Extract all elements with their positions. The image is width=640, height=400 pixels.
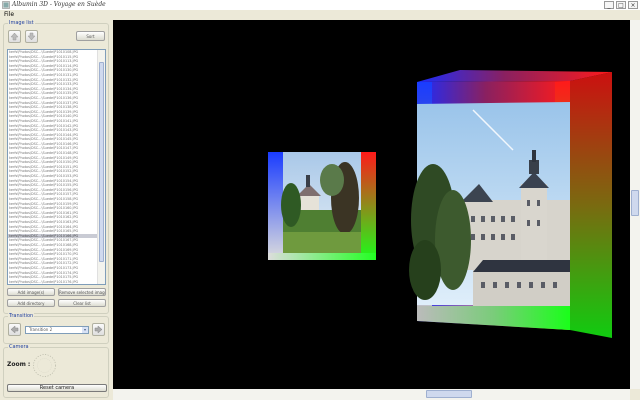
image-list-group: Image list Sort kerfs\Photos\DSC...\Sued… xyxy=(3,20,109,314)
large-photo-frame xyxy=(409,70,612,338)
zoom-label: Zoom : xyxy=(7,361,31,368)
viewport-horizontal-scrollbar[interactable] xyxy=(113,389,630,400)
viewport-vertical-scroll-thumb[interactable] xyxy=(631,190,639,216)
image-list-title: Image list xyxy=(8,20,35,26)
menu-bar: File xyxy=(0,10,640,19)
camera-title: Camera xyxy=(8,344,30,350)
viewport-3d[interactable] xyxy=(113,20,630,389)
remove-selected-button[interactable]: Remove selected image xyxy=(58,288,106,296)
arrow-right-icon xyxy=(94,325,103,334)
transition-selected-value: Transition 2 xyxy=(29,327,53,332)
move-up-button[interactable] xyxy=(8,30,21,43)
transition-select[interactable]: Transition 2 ▾ xyxy=(25,326,89,334)
add-directory-button[interactable]: Add directory xyxy=(7,299,55,307)
image-list-scroll-thumb[interactable] xyxy=(99,62,104,262)
camera-group: Camera Zoom : Reset camera xyxy=(3,344,109,398)
image-list-items: kerfs\Photos\DSC...\Suede\P1010108.JPG ke… xyxy=(8,50,99,284)
left-panel: Image list Sort kerfs\Photos\DSC...\Sued… xyxy=(0,19,112,400)
transition-group: Transition Transition 2 ▾ xyxy=(3,313,109,344)
move-down-button[interactable] xyxy=(25,30,38,43)
zoom-knob[interactable] xyxy=(31,352,58,379)
small-photo xyxy=(281,152,361,253)
clear-list-button[interactable]: Clear list xyxy=(58,299,106,307)
minimize-button[interactable]: _ xyxy=(604,1,614,9)
reset-camera-button[interactable]: Reset camera xyxy=(7,384,107,392)
next-button[interactable] xyxy=(92,323,105,336)
arrow-left-icon xyxy=(10,325,19,334)
image-list-scrollbar[interactable] xyxy=(97,50,105,284)
small-photo-frame xyxy=(268,152,376,260)
menu-file[interactable]: File xyxy=(4,11,14,18)
viewport-vertical-scrollbar[interactable] xyxy=(630,20,640,389)
move-up-icon xyxy=(10,32,19,41)
viewport-horizontal-scroll-thumb[interactable] xyxy=(426,390,472,398)
sort-button[interactable]: Sort xyxy=(76,31,105,41)
window-title: Albumin 3D - Voyage en Suède xyxy=(12,1,106,8)
maximize-button[interactable]: □ xyxy=(616,1,626,9)
image-listbox[interactable]: kerfs\Photos\DSC...\Suede\P1010108.JPG ke… xyxy=(7,49,106,285)
previous-button[interactable] xyxy=(8,323,21,336)
chevron-down-icon: ▾ xyxy=(82,327,88,333)
app-icon xyxy=(2,1,10,9)
close-button[interactable]: × xyxy=(628,1,638,9)
large-photo xyxy=(409,102,570,306)
transition-title: Transition xyxy=(8,313,35,319)
move-down-icon xyxy=(27,32,36,41)
add-images-button[interactable]: Add image(s) xyxy=(7,288,55,296)
list-item[interactable]: kerfs\Photos\DSC...\Suede\P1010176.JPG xyxy=(8,280,99,284)
